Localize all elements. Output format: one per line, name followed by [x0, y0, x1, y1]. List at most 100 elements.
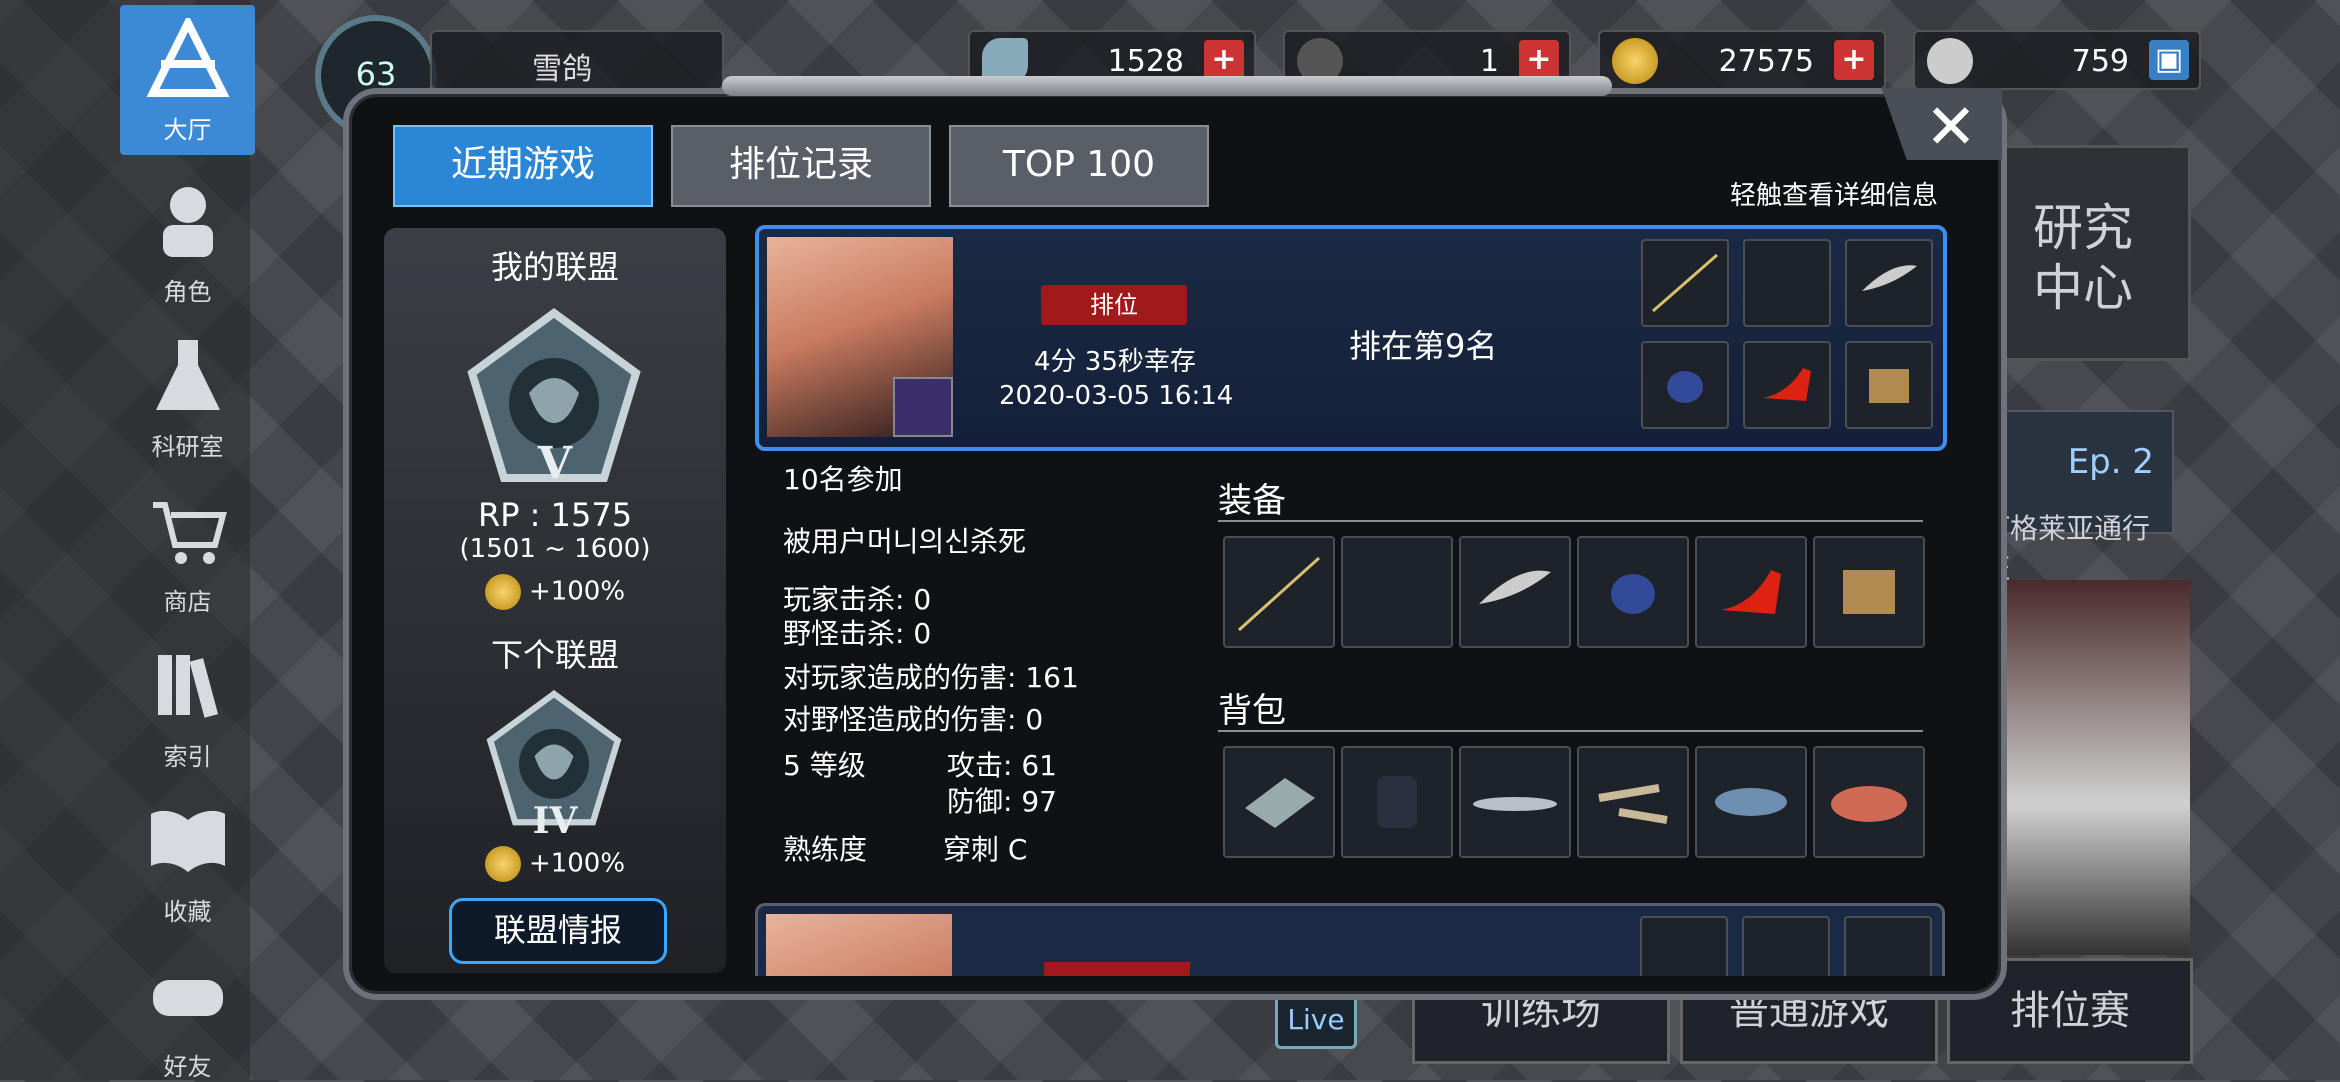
tab-rank-records[interactable]: 排位记录	[671, 125, 931, 207]
nav-lobby[interactable]: 大厅	[120, 14, 255, 145]
rapier-item-icon[interactable]	[1223, 536, 1335, 648]
weapon-type-icon	[893, 377, 953, 437]
bp-card-button[interactable]: ▣	[2149, 40, 2189, 80]
my-tier: V	[537, 438, 573, 489]
nav-character[interactable]: 角色	[120, 180, 255, 307]
lobby-icon	[146, 14, 229, 97]
bonus-value: +100%	[528, 848, 626, 879]
add-ticket-button[interactable]: +	[1519, 40, 1559, 80]
profile-name: 雪鸽	[532, 52, 592, 87]
crate-item-icon	[1845, 341, 1933, 429]
equipment-divider	[1218, 520, 1923, 522]
bp-icon	[1927, 38, 1973, 84]
my-league-bonus: +100%	[384, 574, 726, 610]
monster-kills: 野怪击杀: 0	[783, 617, 932, 650]
placement: 排在第9名	[1349, 327, 1498, 365]
mastery-value: 穿刺 C	[943, 833, 1028, 866]
nav-label: 好友	[163, 1053, 212, 1081]
resource-value: 1	[1479, 44, 1499, 79]
index-books-icon	[157, 655, 218, 718]
resource-bp[interactable]: 759 ▣	[1913, 30, 2201, 90]
episode-label: Ep. 2	[2067, 442, 2154, 482]
tab-top100[interactable]: TOP 100	[949, 125, 1209, 207]
league-panel: 我的联盟 V RP : 1575 (1501 ~ 1600) +100% 下个联…	[384, 228, 726, 973]
mode-badge: 排位	[1041, 285, 1187, 325]
research-center-button[interactable]: 研究 中心	[2000, 145, 2191, 361]
nav-label: 收藏	[163, 898, 212, 926]
friends-gamepad-icon	[152, 980, 223, 1016]
nav-label: 科研室	[151, 433, 224, 461]
research-center-label: 研究 中心	[2033, 199, 2133, 317]
empty-slot	[1743, 239, 1831, 327]
empty-slot[interactable]	[1341, 536, 1453, 648]
bonus-value: +100%	[528, 576, 626, 607]
crate-item-icon[interactable]	[1813, 536, 1925, 648]
survival-time: 4分 35秒幸存	[1034, 347, 1196, 377]
gold-coin-icon	[484, 574, 521, 610]
modal-top-rail	[722, 76, 1612, 96]
live-button[interactable]: Live	[1275, 993, 1357, 1049]
mastery-label: 熟练度	[783, 833, 868, 866]
gold-coin-icon	[1612, 38, 1658, 84]
branches-item-icon[interactable]	[1577, 746, 1689, 858]
pass-label: 阿格莱亚通行证	[1982, 512, 2151, 585]
character-portrait	[766, 914, 952, 976]
raw-meat-item-icon[interactable]	[1813, 746, 1925, 858]
next-tier: IV	[532, 800, 578, 842]
next-league-bonus: +100%	[384, 846, 726, 882]
league-info-button[interactable]: 联盟情报	[449, 898, 667, 964]
collection-book-icon	[150, 810, 225, 872]
tuna-item-icon[interactable]	[1695, 746, 1807, 858]
metal-plate-item-icon[interactable]	[1223, 746, 1335, 858]
close-icon: ✕	[1925, 90, 1977, 163]
lab-flask-icon	[155, 340, 220, 410]
character-level: 5 等级	[783, 749, 866, 782]
tab-recent-games[interactable]: 近期游戏	[393, 125, 653, 207]
rp-range: (1501 ~ 1600)	[459, 534, 651, 564]
item-slot	[1844, 916, 1932, 976]
nav-label: 索引	[163, 743, 212, 771]
character-art	[2000, 580, 2190, 955]
resource-value: 759	[2071, 44, 2129, 79]
backpack-divider	[1218, 730, 1923, 732]
backpack-title: 背包	[1218, 691, 1286, 731]
defense-stat: 防御: 97	[947, 785, 1057, 818]
nav-label: 大厅	[163, 116, 212, 144]
rp-value: RP : 1575	[477, 496, 633, 534]
mode-badge	[1044, 962, 1190, 976]
item-slot	[1742, 916, 1830, 976]
add-gold-button[interactable]: +	[1834, 40, 1874, 80]
nav-collection[interactable]: 收藏	[120, 800, 255, 927]
resource-value: 1528	[1107, 44, 1184, 79]
nav-lab[interactable]: 科研室	[120, 335, 255, 462]
record-detail: 10名参加 被用户머니의신杀死 玩家击杀: 0 野怪击杀: 0 对玩家造成的伤害…	[755, 448, 1939, 888]
nav-friends[interactable]: 好友	[120, 955, 255, 1082]
shop-cart-icon	[152, 502, 227, 564]
monster-damage: 对野怪造成的伤害: 0	[783, 703, 1044, 736]
red-heel-item-icon	[1743, 341, 1831, 429]
dark-armor-item-icon[interactable]	[1341, 746, 1453, 858]
saury-fish-item-icon[interactable]	[1459, 746, 1571, 858]
red-heel-item-icon[interactable]	[1695, 536, 1807, 648]
resource-gold[interactable]: 27575 +	[1598, 30, 1886, 90]
killed-by: 被用户머니의신杀死	[783, 525, 1027, 558]
gold-coin-icon	[484, 846, 521, 882]
profile-name-box[interactable]: 雪鸽	[430, 30, 724, 90]
my-league-title: 我的联盟	[490, 248, 619, 286]
game-datetime: 2020-03-05 16:14	[999, 381, 1234, 411]
item-slot	[1640, 916, 1728, 976]
add-crystal-button[interactable]: +	[1204, 40, 1244, 80]
rapier-item-icon	[1641, 239, 1729, 327]
character-icon	[162, 187, 213, 257]
next-league-title: 下个联盟	[490, 636, 619, 674]
equipment-title: 装备	[1218, 481, 1286, 521]
nav-shop[interactable]: 商店	[120, 490, 255, 617]
helmet-item-icon[interactable]	[1577, 536, 1689, 648]
nav-label: 角色	[163, 278, 212, 306]
game-record-card-2[interactable]	[755, 903, 1945, 976]
game-record-card[interactable]: 排位 4分 35秒幸存 2020-03-05 16:14 排在第9名	[755, 225, 1947, 451]
feather-item-icon[interactable]	[1459, 536, 1571, 648]
feather-item-icon	[1845, 239, 1933, 327]
nav-index[interactable]: 索引	[120, 645, 255, 772]
helmet-item-icon	[1641, 341, 1729, 429]
